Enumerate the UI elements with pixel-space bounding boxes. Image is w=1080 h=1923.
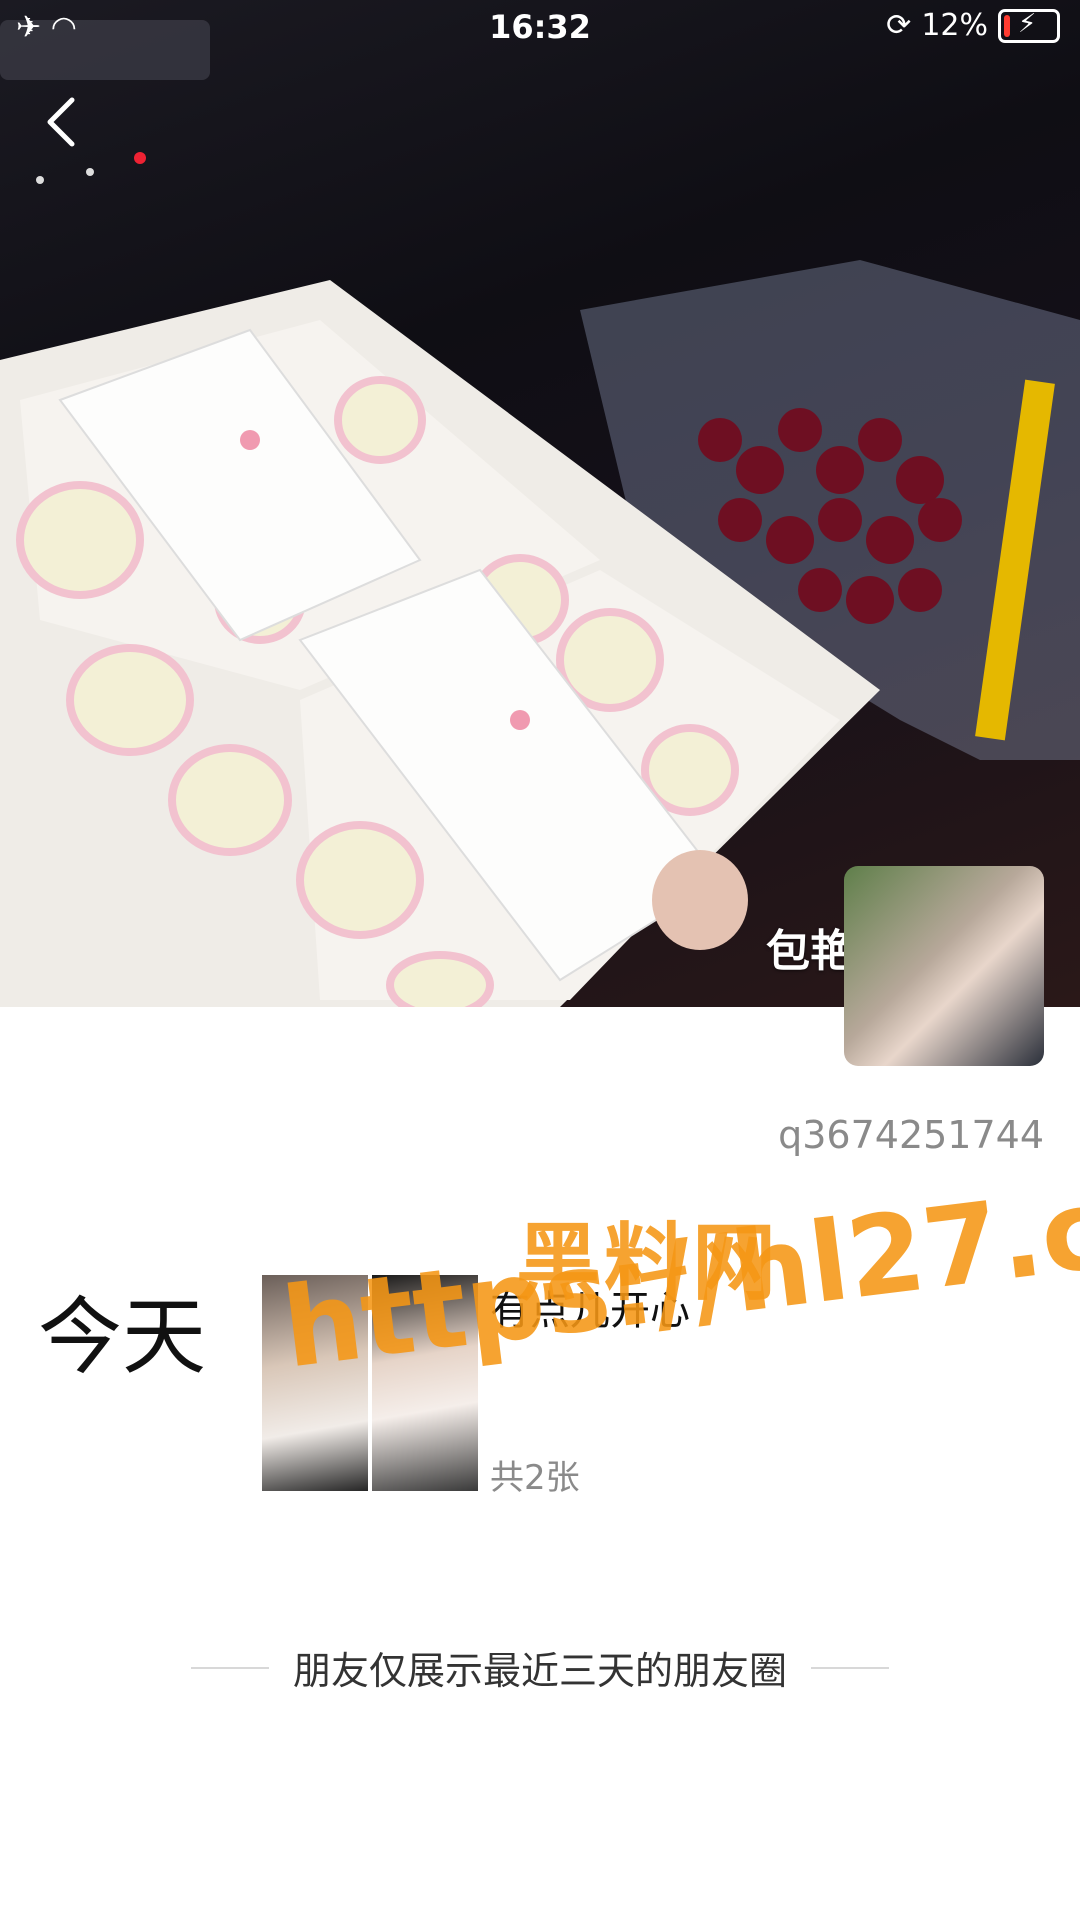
post-photo-thumbnails[interactable] (262, 1275, 478, 1491)
photo-count: 共2张 (490, 1458, 580, 1498)
profile-username[interactable]: 包艳 (766, 915, 854, 979)
visibility-note: 朋友仅展示最近三天的朋友圈 (0, 1640, 1080, 1695)
divider-left (190, 1666, 269, 1669)
back-button[interactable] (40, 92, 100, 152)
post-text[interactable]: 有点儿开心 (490, 1278, 690, 1336)
post-photo-thumbnail[interactable] (262, 1275, 368, 1491)
orientation-lock-icon: ⟳ (886, 8, 912, 43)
post-photo-thumbnail[interactable] (372, 1275, 478, 1491)
divider-right (811, 1666, 889, 1669)
battery-level-fill (1004, 14, 1010, 37)
day-label: 今天 (38, 1288, 207, 1386)
status-right-icons: ⟳ 12% ⚡ (886, 8, 1060, 43)
status-bar: ✈ ◠ 16:32 ⟳ 12% ⚡ (0, 0, 1080, 60)
cover-photo[interactable] (0, 0, 1080, 1007)
charging-bolt-icon: ⚡ (1018, 8, 1037, 39)
battery-charging-icon: ⚡ (998, 8, 1060, 43)
cover-photo-art (0, 20, 1080, 1007)
chevron-left-icon (47, 97, 75, 147)
visibility-note-text: 朋友仅展示最近三天的朋友圈 (292, 1649, 787, 1693)
battery-percent: 12% (921, 8, 988, 43)
wechat-id: q3674251744 (778, 1113, 1044, 1157)
profile-avatar[interactable] (844, 866, 1044, 1066)
